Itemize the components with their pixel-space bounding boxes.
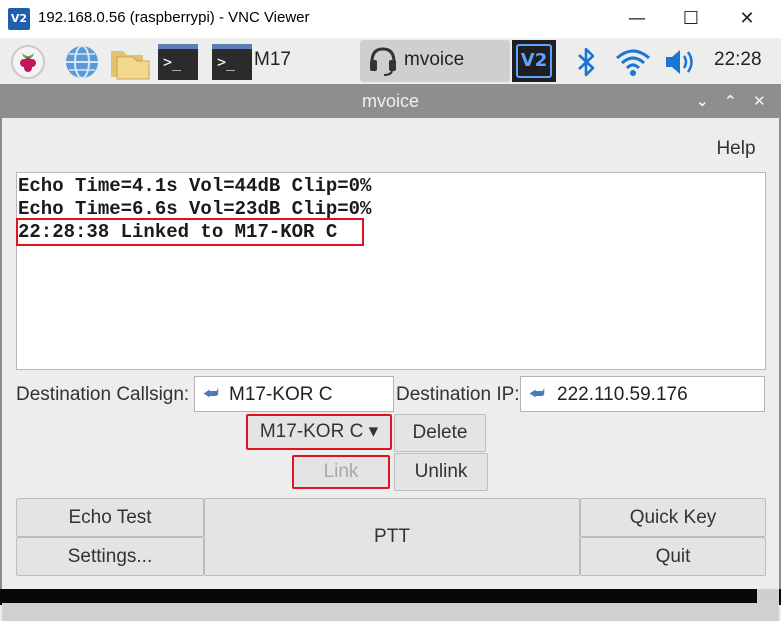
vnc-viewer-icon: V2 bbox=[8, 8, 30, 30]
mvoice-close-button[interactable]: ✕ bbox=[753, 84, 766, 118]
reflector-dropdown[interactable]: M17-KOR C ▾ bbox=[246, 414, 392, 450]
quit-button[interactable]: Quit bbox=[580, 537, 766, 576]
terminal-glyph: >_ bbox=[163, 53, 182, 71]
destination-callsign-value: M17-KOR C bbox=[229, 384, 333, 405]
bluetooth-icon[interactable] bbox=[570, 44, 602, 80]
mvoice-window-title: mvoice bbox=[361, 91, 419, 111]
quick-key-button[interactable]: Quick Key bbox=[580, 498, 766, 537]
clear-entry-icon: ⮨ bbox=[203, 384, 219, 404]
taskbar-task-m17[interactable]: M17 bbox=[254, 49, 291, 71]
window-minimize-button[interactable]: — bbox=[610, 0, 664, 38]
destination-callsign-label: Destination Callsign: bbox=[16, 384, 190, 405]
mvoice-minimize-button[interactable]: ⌄ bbox=[696, 84, 709, 118]
delete-button[interactable]: Delete bbox=[394, 414, 486, 452]
destination-ip-label: Destination IP: bbox=[396, 384, 520, 405]
vnc-server-tray-icon[interactable]: V2 bbox=[512, 40, 556, 82]
terminal-icon[interactable]: >_ bbox=[158, 44, 198, 80]
vnc-window-title: 192.168.0.56 (raspberrypi) - VNC Viewer bbox=[38, 9, 310, 26]
taskbar-task-mvoice-label: mvoice bbox=[404, 49, 465, 70]
ptt-button[interactable]: PTT bbox=[204, 498, 580, 576]
terminal-glyph: >_ bbox=[217, 53, 236, 71]
raspberry-menu-icon[interactable] bbox=[8, 42, 48, 82]
destination-callsign-field[interactable]: ⮨ M17-KOR C bbox=[194, 376, 394, 412]
clear-entry-icon: ⮨ bbox=[529, 384, 545, 404]
file-manager-icon[interactable] bbox=[108, 42, 152, 82]
log-line: Echo Time=4.1s Vol=44dB Clip=0% bbox=[18, 175, 372, 197]
settings-button[interactable]: Settings... bbox=[16, 537, 204, 576]
help-menu[interactable]: Help bbox=[706, 136, 766, 162]
link-button[interactable]: Link bbox=[292, 455, 390, 489]
log-line: Echo Time=6.6s Vol=23dB Clip=0% bbox=[18, 198, 372, 220]
linked-log-highlight-box bbox=[16, 218, 364, 246]
wifi-icon[interactable] bbox=[614, 44, 652, 80]
headset-icon bbox=[367, 44, 399, 78]
window-maximize-button[interactable]: ☐ bbox=[664, 0, 718, 38]
reflector-dropdown-value: M17-KOR C bbox=[259, 421, 364, 442]
unlink-button[interactable]: Unlink bbox=[394, 453, 488, 491]
tray-clock[interactable]: 22:28 bbox=[714, 49, 762, 71]
bottom-window-edge bbox=[2, 603, 779, 621]
echo-test-button[interactable]: Echo Test bbox=[16, 498, 204, 537]
window-border-left bbox=[0, 118, 2, 603]
destination-ip-field[interactable]: ⮨ 222.110.59.176 bbox=[520, 376, 765, 412]
mvoice-maximize-button[interactable]: ⌃ bbox=[724, 84, 737, 118]
chevron-down-icon: ▾ bbox=[368, 421, 379, 442]
web-browser-icon[interactable] bbox=[62, 42, 102, 82]
destination-ip-value: 222.110.59.176 bbox=[557, 384, 688, 405]
volume-icon[interactable] bbox=[662, 44, 698, 80]
vnc-tray-glyph: V2 bbox=[516, 44, 552, 78]
window-close-button[interactable]: ✕ bbox=[720, 0, 774, 38]
m17-terminal-task-icon[interactable]: >_ bbox=[212, 44, 252, 80]
